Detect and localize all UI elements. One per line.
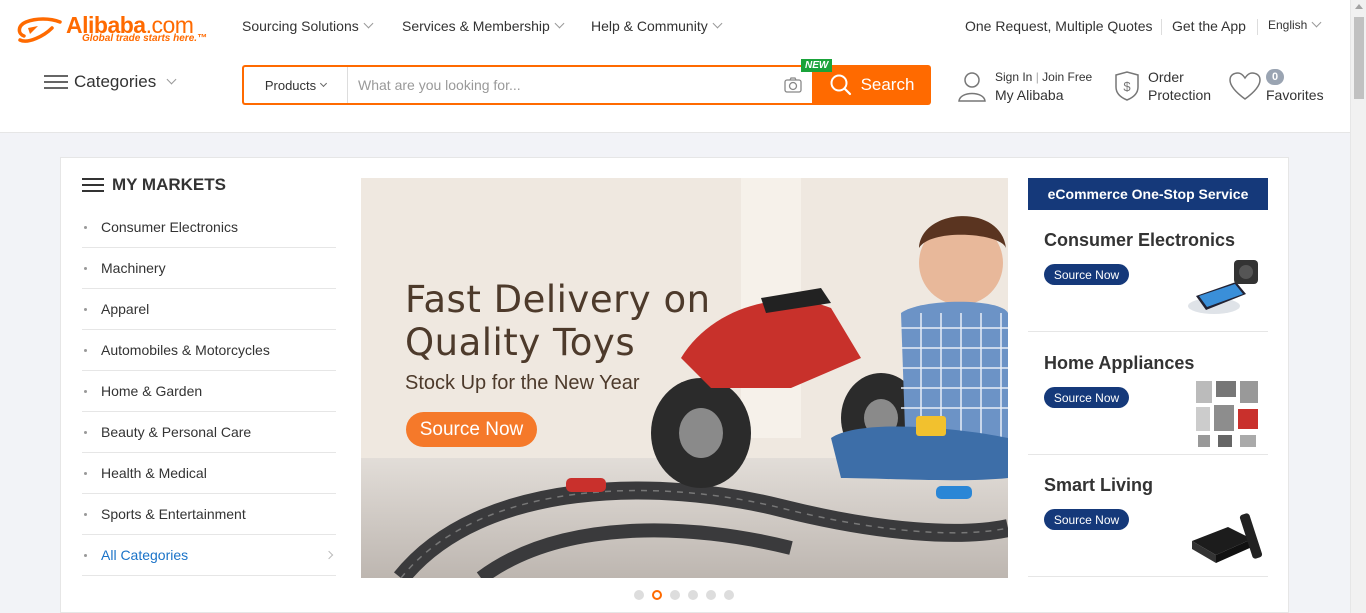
chevron-down-icon: [320, 79, 328, 88]
new-badge: NEW: [801, 59, 833, 72]
nav-sourcing-label: Sourcing Solutions: [242, 18, 359, 34]
carousel-dot[interactable]: [688, 590, 698, 600]
banner-title: Fast Delivery on Quality Toys: [405, 278, 711, 364]
ecommerce-service-header[interactable]: eCommerce One-Stop Service: [1028, 178, 1268, 210]
eco-item-home-appliances[interactable]: Home Appliances Source Now: [1028, 333, 1268, 455]
search-icon: [830, 74, 851, 96]
chevron-down-icon: [166, 74, 177, 85]
protection-label: Protection: [1148, 87, 1212, 103]
eco-item-smart-living[interactable]: Smart Living Source Now: [1028, 455, 1268, 577]
nav-get-app-link[interactable]: Get the App: [1172, 18, 1246, 34]
language-label: English: [1268, 18, 1308, 32]
search-button-label: Search: [860, 75, 915, 94]
svg-text:$: $: [1123, 79, 1131, 94]
nav-app-label: Get the App: [1172, 18, 1246, 34]
join-free-link[interactable]: Join Free: [1042, 70, 1092, 84]
nav-help-community[interactable]: Help & Community: [591, 18, 723, 34]
search-bar: Products: [242, 65, 812, 105]
chevron-down-icon: [554, 18, 565, 29]
carousel-dot[interactable]: [634, 590, 644, 600]
favorites-label: Favorites: [1266, 87, 1324, 103]
chevron-down-icon: [363, 18, 374, 29]
my-markets-heading: MY MARKETS: [82, 175, 226, 195]
search-category-select[interactable]: Products: [244, 67, 348, 103]
market-item-health[interactable]: Health & Medical: [82, 453, 336, 494]
list-icon: [82, 177, 104, 193]
market-item-apparel[interactable]: Apparel: [82, 289, 336, 330]
eco-source-now-button[interactable]: Source Now: [1044, 264, 1129, 285]
scroll-thumb[interactable]: [1354, 17, 1364, 99]
heart-icon: [1229, 72, 1261, 100]
nav-sourcing-solutions[interactable]: Sourcing Solutions: [242, 18, 374, 34]
alibaba-logo[interactable]: Alibaba.com Global trade starts here.™: [14, 12, 214, 48]
wireless-charger-image: [1188, 260, 1258, 314]
sign-in-link[interactable]: Sign In: [995, 70, 1032, 84]
nav-rfq-link[interactable]: One Request, Multiple Quotes: [965, 18, 1153, 34]
market-item-automobiles[interactable]: Automobiles & Motorcycles: [82, 330, 336, 371]
chevron-down-icon: [1311, 17, 1322, 28]
divider: [1161, 19, 1162, 35]
user-icon: [958, 72, 986, 102]
eco-item-consumer-electronics[interactable]: Consumer Electronics Source Now: [1028, 210, 1268, 332]
nav-rfq-label: One Request, Multiple Quotes: [965, 18, 1153, 34]
carousel-dot[interactable]: [670, 590, 680, 600]
nav-services-membership[interactable]: Services & Membership: [402, 18, 565, 34]
menu-icon: [44, 73, 68, 91]
market-item-beauty[interactable]: Beauty & Personal Care: [82, 412, 336, 453]
shield-dollar-icon: $: [1115, 71, 1139, 101]
carousel-dot[interactable]: [706, 590, 716, 600]
language-selector[interactable]: English: [1268, 17, 1322, 32]
eco-item-title: Home Appliances: [1044, 353, 1195, 373]
banner-source-now-button[interactable]: Source Now: [406, 412, 537, 447]
carousel-dots: [634, 590, 734, 600]
order-protection-link[interactable]: $ Order Protection: [1112, 68, 1211, 104]
page-scrollbar[interactable]: [1350, 0, 1366, 613]
categories-menu[interactable]: Categories: [44, 72, 177, 92]
market-item-machinery[interactable]: Machinery: [82, 248, 336, 289]
order-label: Order: [1148, 69, 1184, 85]
search-category-label: Products: [264, 77, 317, 93]
market-item-home-garden[interactable]: Home & Garden: [82, 371, 336, 412]
eco-item-title: Consumer Electronics: [1044, 230, 1236, 250]
camera-icon[interactable]: [784, 77, 802, 93]
eco-item-title: Smart Living: [1044, 475, 1154, 495]
eco-source-now-button[interactable]: Source Now: [1044, 387, 1129, 408]
scroll-up-arrow-icon[interactable]: [1355, 4, 1363, 9]
logo-tagline: Global trade starts here.™: [82, 33, 208, 44]
categories-label: Categories: [74, 72, 157, 91]
my-alibaba-label: My Alibaba: [995, 87, 1064, 103]
market-item-consumer-electronics[interactable]: Consumer Electronics: [82, 207, 336, 248]
search-input[interactable]: [348, 67, 778, 103]
home-appliances-image: [1196, 381, 1258, 447]
eco-source-now-button[interactable]: Source Now: [1044, 509, 1129, 530]
chevron-down-icon: [712, 18, 723, 29]
hero-banner[interactable]: Fast Delivery on Quality Toys Stock Up f…: [361, 178, 1008, 578]
alibaba-logo-icon: [17, 17, 62, 43]
site-header: Alibaba.com Global trade starts here.™ S…: [0, 0, 1350, 133]
nav-services-label: Services & Membership: [402, 18, 550, 34]
carousel-dot-active[interactable]: [652, 590, 662, 600]
banner-subtitle: Stock Up for the New Year: [405, 372, 640, 394]
market-item-sports[interactable]: Sports & Entertainment: [82, 494, 336, 535]
all-categories-link[interactable]: All Categories: [82, 535, 336, 576]
tv-box-image: [1192, 513, 1263, 563]
carousel-dot[interactable]: [724, 590, 734, 600]
market-list: Consumer Electronics Machinery Apparel A…: [82, 207, 336, 576]
favorites-count-badge: 0: [1266, 69, 1284, 85]
nav-help-label: Help & Community: [591, 18, 708, 34]
divider: |: [1035, 70, 1039, 84]
divider: [1257, 19, 1258, 35]
sign-in-area[interactable]: Sign In | Join Free My Alibaba: [957, 68, 1092, 104]
